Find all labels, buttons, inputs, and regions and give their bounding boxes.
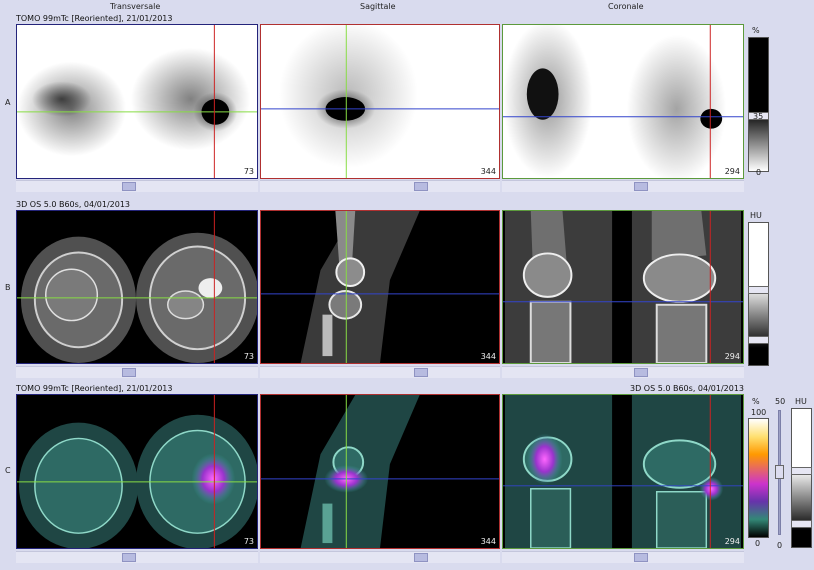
colorbar-c[interactable] [748, 418, 769, 538]
column-header-transversale: Transversale [110, 2, 161, 11]
scrollbar-thumb[interactable] [122, 182, 136, 191]
colorbar-a-min-value: 0 [756, 168, 762, 177]
colorbar-b-lower-handle[interactable] [748, 336, 769, 344]
blend-slider-thumb[interactable] [775, 465, 784, 479]
blend-slider-value: 50 [775, 397, 786, 406]
colorbar-a[interactable] [748, 37, 769, 172]
viewport-c-sagittale[interactable]: 344 [260, 394, 500, 549]
scrollbar-b-coronale[interactable] [502, 366, 744, 378]
colorbar-c-unit: % [752, 397, 760, 406]
row-c-series-info: TOMO 99mTc [Reoriented], 21/01/2013 [16, 384, 173, 393]
scrollbar-a-coronale[interactable] [502, 180, 744, 192]
viewport-a-sagittale[interactable]: 344 [260, 24, 500, 179]
viewport-b-sagittale[interactable]: 344 [260, 210, 500, 364]
scrollbar-a-sagittale[interactable] [260, 180, 500, 192]
colorbar-a-unit: % [752, 26, 760, 35]
colorbar-b-unit: HU [750, 211, 762, 220]
column-header-sagittale: Sagittale [360, 2, 396, 11]
colorbar-b-upper-handle[interactable] [748, 286, 769, 294]
slice-number: 73 [243, 537, 254, 546]
scrollbar-b-sagittale[interactable] [260, 366, 500, 378]
colorbar-c-ct-upper-handle[interactable] [791, 467, 812, 475]
colorbar-a-mid-value: 35 [753, 112, 764, 121]
row-a-series-info: TOMO 99mTc [Reoriented], 21/01/2013 [16, 14, 173, 23]
viewport-b-transversale[interactable]: 73 [16, 210, 258, 364]
scrollbar-thumb[interactable] [414, 182, 428, 191]
scrollbar-thumb[interactable] [122, 368, 136, 377]
colorbar-c-max-value: 100 [751, 408, 767, 417]
scrollbar-a-transversale[interactable] [16, 180, 258, 192]
scrollbar-c-coronale[interactable] [502, 551, 744, 563]
slice-number: 294 [724, 352, 740, 361]
row-c-label: C [5, 466, 11, 475]
slice-number: 73 [243, 167, 254, 176]
slice-number: 344 [480, 537, 496, 546]
scrollbar-c-sagittale[interactable] [260, 551, 500, 563]
scrollbar-thumb[interactable] [634, 182, 648, 191]
slice-number: 294 [724, 537, 740, 546]
scrollbar-thumb[interactable] [634, 368, 648, 377]
viewport-a-coronale[interactable]: 294 [502, 24, 744, 179]
row-b-label: B [5, 283, 11, 292]
colorbar-c-ct-unit: HU [795, 397, 807, 406]
scrollbar-thumb[interactable] [634, 553, 648, 562]
scrollbar-thumb[interactable] [414, 553, 428, 562]
scrollbar-c-transversale[interactable] [16, 551, 258, 563]
colorbar-c-min-value: 0 [755, 539, 761, 548]
viewport-c-transversale[interactable]: 73 [16, 394, 258, 549]
row-b-series-info: 3D OS 5.0 B60s, 04/01/2013 [16, 200, 131, 209]
scrollbar-thumb[interactable] [414, 368, 428, 377]
viewport-b-coronale[interactable]: 294 [502, 210, 744, 364]
scrollbar-thumb[interactable] [122, 553, 136, 562]
blend-slider-min: 0 [777, 541, 783, 550]
slice-number: 344 [480, 352, 496, 361]
colorbar-c-ct-lower-handle[interactable] [791, 520, 812, 528]
viewport-a-transversale[interactable]: 73 [16, 24, 258, 179]
row-a-label: A [5, 98, 11, 107]
viewport-c-coronale[interactable]: 294 [502, 394, 744, 549]
slice-number: 344 [480, 167, 496, 176]
column-header-coronale: Coronale [608, 2, 644, 11]
row-c-series-info-right: 3D OS 5.0 B60s, 04/01/2013 [630, 384, 745, 393]
scrollbar-b-transversale[interactable] [16, 366, 258, 378]
slice-number: 73 [243, 352, 254, 361]
slice-number: 294 [724, 167, 740, 176]
colorbar-b[interactable] [748, 222, 769, 366]
